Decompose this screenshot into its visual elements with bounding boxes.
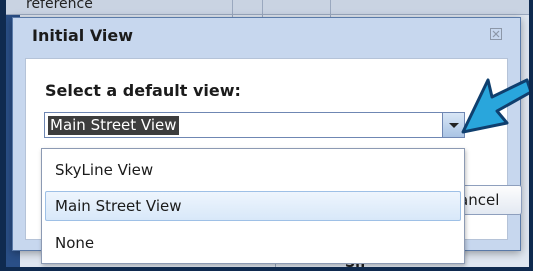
default-view-select[interactable]: Main Street View bbox=[44, 112, 465, 138]
background-header: reference bbox=[0, 0, 533, 15]
close-icon[interactable] bbox=[490, 28, 502, 43]
dialog-title: Initial View bbox=[32, 26, 134, 45]
default-view-selected-value: Main Street View bbox=[48, 116, 179, 135]
default-view-options-list: SkyLine View Main Street View None bbox=[41, 148, 465, 264]
option-none[interactable]: None bbox=[45, 228, 461, 258]
option-skyline-view[interactable]: SkyLine View bbox=[45, 155, 461, 185]
option-main-street-view[interactable]: Main Street View bbox=[45, 191, 461, 221]
screenshot-stage: reference Sh Initial View Select a defau… bbox=[0, 0, 533, 271]
chevron-down-icon bbox=[449, 123, 459, 128]
dropdown-toggle-button[interactable] bbox=[442, 113, 464, 137]
background-header-text: reference bbox=[26, 0, 93, 12]
dialog-titlebar[interactable]: Initial View bbox=[13, 18, 520, 54]
default-view-label: Select a default view: bbox=[45, 81, 241, 100]
